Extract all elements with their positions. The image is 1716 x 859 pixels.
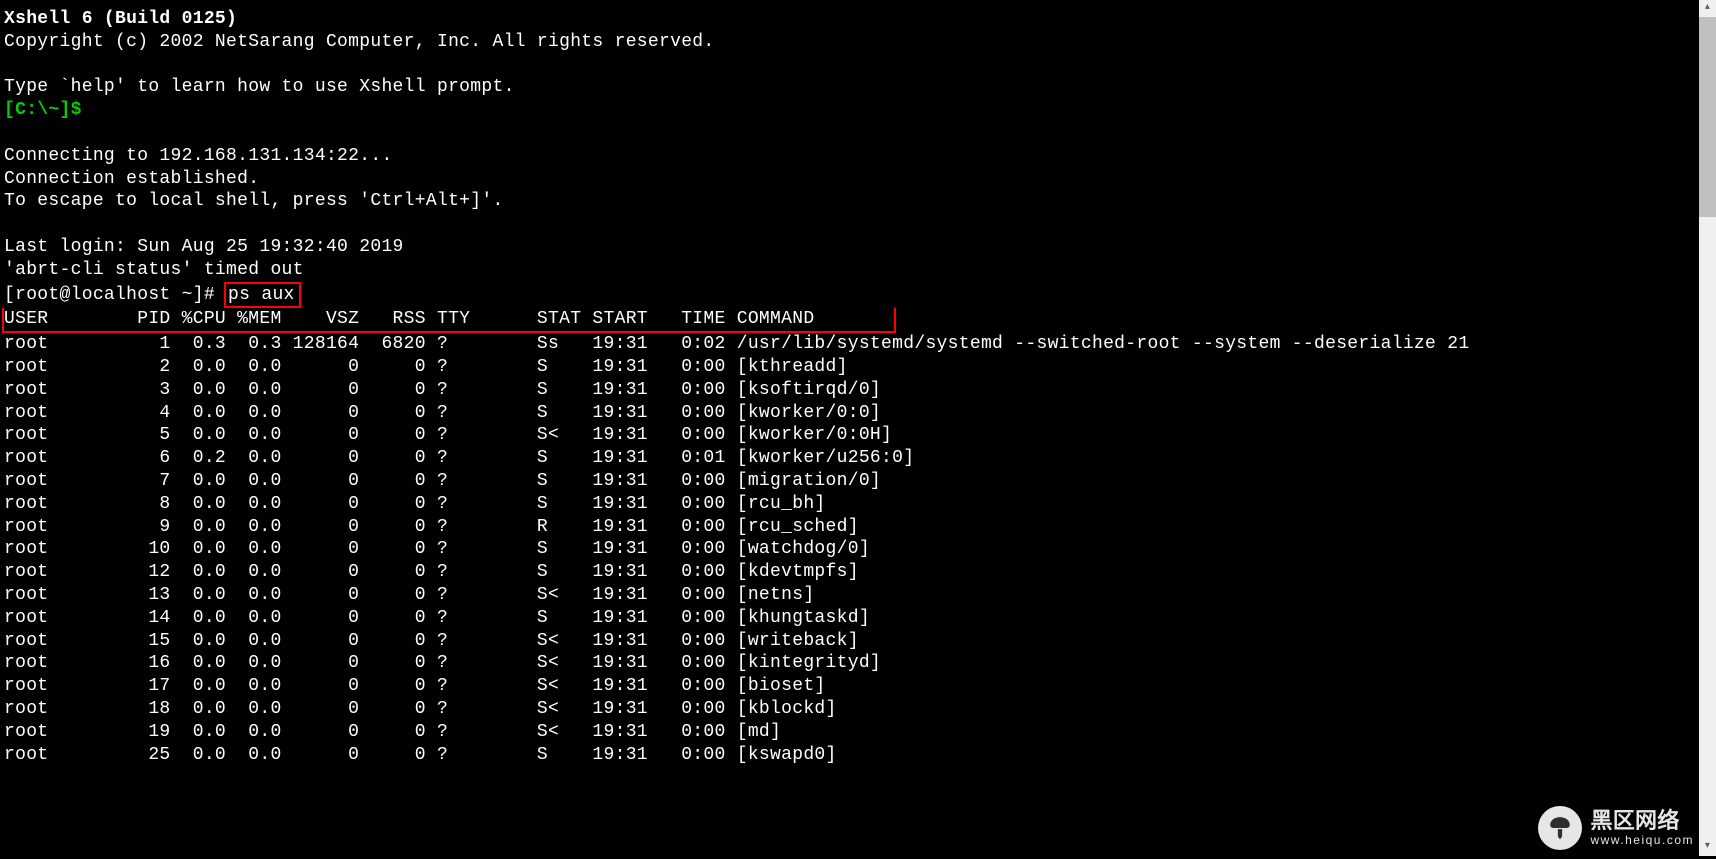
escape-line: To escape to local shell, press 'Ctrl+Al… [4,190,1712,213]
app-title: Xshell 6 (Build 0125) [4,8,1712,31]
watermark-title: 黑区网络 [1590,809,1694,833]
ps-row: root 5 0.0 0.0 0 0 ? S< 19:31 0:00 [kwor… [4,424,1712,447]
scroll-up-button[interactable]: ▴ [1699,0,1716,17]
ps-header-line: USER PID %CPU %MEM VSZ RSS TTY STAT STAR… [4,308,1712,333]
scroll-thumb[interactable] [1699,17,1716,217]
ps-row: root 8 0.0 0.0 0 0 ? S 19:31 0:00 [rcu_b… [4,493,1712,516]
ps-row: root 3 0.0 0.0 0 0 ? S 19:31 0:00 [ksoft… [4,379,1712,402]
ps-row: root 2 0.0 0.0 0 0 ? S 19:31 0:00 [kthre… [4,356,1712,379]
command-highlight: ps aux [224,282,301,309]
abrt-line: 'abrt-cli status' timed out [4,259,1712,282]
ps-row: root 7 0.0 0.0 0 0 ? S 19:31 0:00 [migra… [4,470,1712,493]
copyright-line: Copyright (c) 2002 NetSarang Computer, I… [4,31,1712,54]
ps-row: root 12 0.0 0.0 0 0 ? S 19:31 0:00 [kdev… [4,561,1712,584]
ps-header-highlight: USER PID %CPU %MEM VSZ RSS TTY STAT STAR… [2,308,896,333]
ps-row: root 4 0.0 0.0 0 0 ? S 19:31 0:00 [kwork… [4,402,1712,425]
ps-row: root 16 0.0 0.0 0 0 ? S< 19:31 0:00 [kin… [4,652,1712,675]
ps-row: root 25 0.0 0.0 0 0 ? S 19:31 0:00 [kswa… [4,744,1712,767]
ps-row: root 18 0.0 0.0 0 0 ? S< 19:31 0:00 [kbl… [4,698,1712,721]
ps-row: root 15 0.0 0.0 0 0 ? S< 19:31 0:00 [wri… [4,630,1712,653]
ps-row: root 17 0.0 0.0 0 0 ? S< 19:31 0:00 [bio… [4,675,1712,698]
ps-row: root 19 0.0 0.0 0 0 ? S< 19:31 0:00 [md] [4,721,1712,744]
help-line: Type `help' to learn how to use Xshell p… [4,76,1712,99]
last-login-line: Last login: Sun Aug 25 19:32:40 2019 [4,236,1712,259]
ps-row: root 1 0.3 0.3 128164 6820 ? Ss 19:31 0:… [4,333,1712,356]
ps-row: root 9 0.0 0.0 0 0 ? R 19:31 0:00 [rcu_s… [4,516,1712,539]
ps-row: root 6 0.2 0.0 0 0 ? S 19:31 0:01 [kwork… [4,447,1712,470]
ps-row: root 10 0.0 0.0 0 0 ? S 19:31 0:00 [watc… [4,538,1712,561]
shell-prompt: [root@localhost ~]# [4,285,226,305]
established-line: Connection established. [4,168,1712,191]
mushroom-icon [1538,806,1582,850]
scroll-down-button[interactable]: ▾ [1699,839,1716,856]
connecting-line: Connecting to 192.168.131.134:22... [4,145,1712,168]
watermark-url: www.heiqu.com [1590,834,1694,847]
terminal-output[interactable]: Xshell 6 (Build 0125) Copyright (c) 2002… [4,8,1712,766]
watermark: 黑区网络 www.heiqu.com [1538,806,1694,850]
command-line: [root@localhost ~]# ps aux [4,282,1712,309]
local-prompt: [C:\~]$ [4,100,82,120]
ps-row: root 13 0.0 0.0 0 0 ? S< 19:31 0:00 [net… [4,584,1712,607]
ps-row: root 14 0.0 0.0 0 0 ? S 19:31 0:00 [khun… [4,607,1712,630]
vertical-scrollbar[interactable]: ▴ ▾ [1699,0,1716,856]
